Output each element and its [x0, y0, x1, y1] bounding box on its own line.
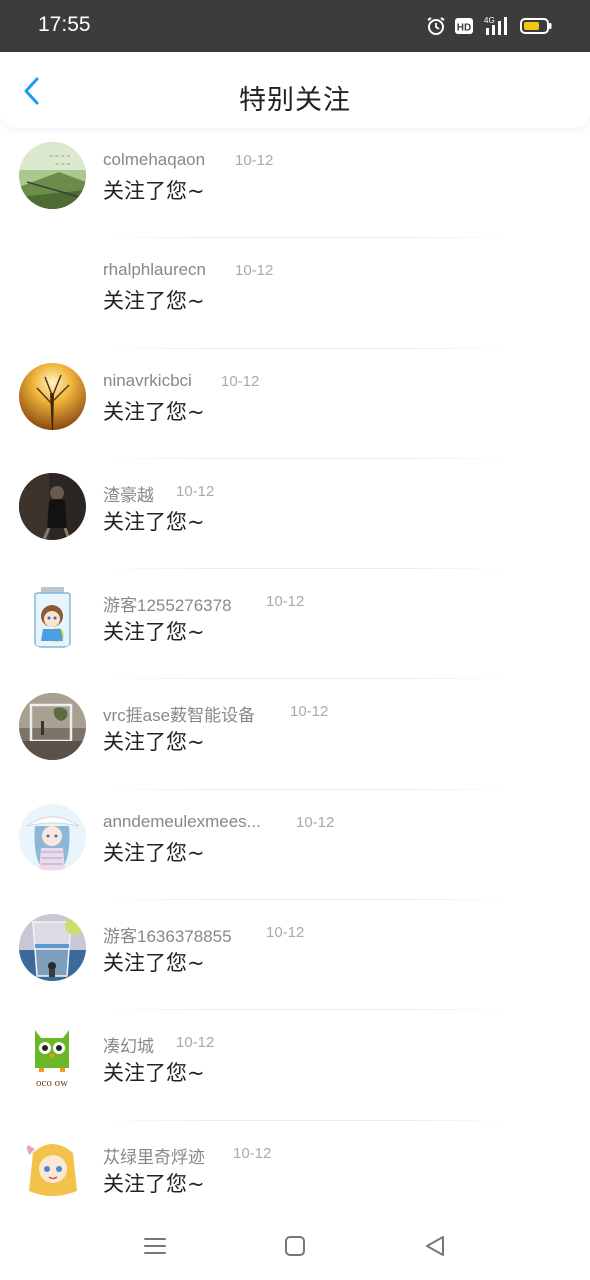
avatar[interactable]: [19, 803, 86, 871]
item-name: 渣豪越: [103, 485, 154, 505]
item-message: 关注了您~: [103, 399, 205, 424]
back-triangle-icon: [426, 1236, 444, 1256]
menu-button[interactable]: [141, 1232, 169, 1260]
item-date: 10-12: [266, 593, 305, 611]
item-name: rhalphlaurecn: [103, 260, 207, 280]
list-item[interactable]: 游客1636378855 10-12 关注了您~: [0, 900, 590, 1011]
item-date: 10-12: [221, 372, 260, 390]
item-date: 10-12: [266, 924, 305, 942]
item-message: 关注了您~: [103, 951, 205, 976]
item-name: 游客1255276378: [103, 596, 232, 616]
item-name: 凑幻城: [103, 1037, 154, 1057]
page-title: 特别关注: [239, 85, 351, 116]
list-item[interactable]: rhalphlaurecn 10-12 关注了您~: [0, 238, 590, 349]
item-message: 关注了您~: [103, 730, 205, 755]
status-bar: 17:55 HD 4G: [0, 0, 590, 52]
4g-signal-icon: 4G: [482, 15, 512, 37]
follow-list: ~ ~ ~ ~ ~ ~ ~ colmehaqaon 10-12 关注了您~ rh…: [0, 128, 590, 1231]
item-name: vrc捱ase薮智能设备: [103, 706, 256, 726]
avatar[interactable]: [19, 583, 86, 651]
list-item[interactable]: anndemeulexmees... 10-12 关注了您~: [0, 790, 590, 901]
item-name: 游客1636378855: [103, 927, 232, 947]
header: 特别关注: [0, 52, 590, 128]
back-nav-button[interactable]: [421, 1232, 449, 1260]
list-item[interactable]: oco ow 凑幻城 10-12 关注了您~: [0, 1010, 590, 1121]
item-date: 10-12: [290, 703, 329, 721]
list-item[interactable]: ~ ~ ~ ~ ~ ~ ~ colmehaqaon 10-12 关注了您~: [0, 128, 590, 239]
item-name: anndemeulexmees...: [103, 811, 261, 831]
item-name: 苁绿里奇烰迹: [103, 1147, 205, 1167]
status-icons: HD 4G: [426, 14, 552, 38]
avatar[interactable]: [19, 1134, 86, 1202]
list-item[interactable]: ninavrkicbci 10-12 关注了您~: [0, 349, 590, 459]
system-nav-bar: [0, 1216, 590, 1280]
avatar[interactable]: [19, 693, 86, 761]
avatar[interactable]: [19, 252, 86, 319]
home-icon: [285, 1236, 305, 1256]
avatar[interactable]: [19, 362, 86, 430]
svg-text:HD: HD: [457, 23, 471, 34]
avatar[interactable]: [19, 472, 86, 540]
item-date: 10-12: [235, 262, 274, 280]
item-message: 关注了您~: [103, 509, 205, 534]
avatar[interactable]: oco ow: [19, 1024, 86, 1092]
svg-text:4G: 4G: [484, 16, 495, 25]
home-button[interactable]: [281, 1232, 309, 1260]
item-date: 10-12: [233, 1144, 272, 1162]
status-time: 17:55: [38, 13, 91, 36]
list-item[interactable]: 渣豪越 10-12 关注了您~: [0, 459, 590, 570]
item-message: 关注了您~: [103, 620, 205, 645]
item-name: ninavrkicbci: [103, 370, 192, 390]
battery-icon: [520, 16, 552, 36]
item-message: 关注了您~: [103, 840, 205, 865]
item-message: 关注了您~: [103, 1171, 205, 1196]
alarm-icon: [426, 16, 446, 36]
item-message: 关注了您~: [103, 1061, 205, 1086]
item-date: 10-12: [176, 482, 215, 500]
avatar[interactable]: [19, 914, 86, 982]
item-message: 关注了您~: [103, 289, 205, 314]
item-date: 10-12: [296, 813, 335, 831]
hd-icon: HD: [454, 16, 474, 36]
list-item[interactable]: 苁绿里奇烰迹 10-12 关注了您~: [0, 1121, 590, 1231]
item-message: 关注了您~: [103, 179, 205, 203]
menu-icon: [144, 1238, 166, 1254]
item-date: 10-12: [176, 1034, 215, 1052]
list-item[interactable]: 游客1255276378 10-12 关注了您~: [0, 569, 590, 680]
svg-text:~ ~ ~: ~ ~ ~: [55, 162, 71, 168]
item-date: 10-12: [235, 152, 274, 169]
svg-text:oco ow: oco ow: [36, 1077, 68, 1089]
list-item[interactable]: vrc捱ase薮智能设备 10-12 关注了您~: [0, 679, 590, 790]
avatar[interactable]: ~ ~ ~ ~ ~ ~ ~: [19, 142, 86, 209]
svg-text:~ ~ ~ ~: ~ ~ ~ ~: [49, 154, 71, 160]
item-name: colmehaqaon: [103, 150, 206, 169]
